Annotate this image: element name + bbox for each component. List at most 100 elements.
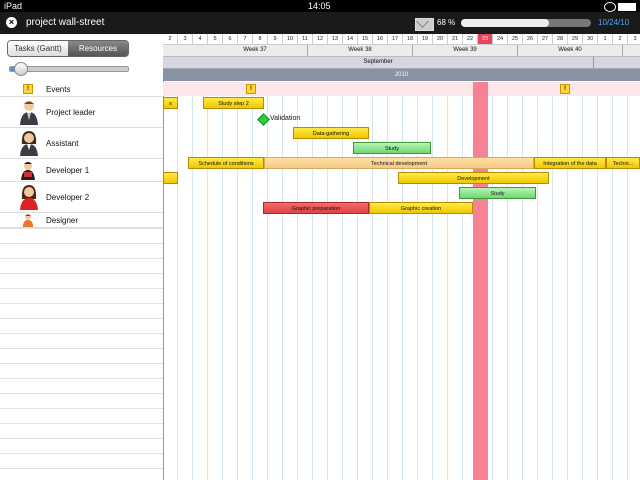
week-label: Week 39 bbox=[413, 45, 518, 56]
gantt-grid[interactable]: ! ! s Study step 2 Validation Data-gathe… bbox=[163, 82, 640, 480]
day-cell: 30 bbox=[583, 34, 598, 44]
warning-icon: ! bbox=[23, 84, 33, 94]
status-bar: iPad 14:05 bbox=[0, 0, 640, 12]
day-row: 2 3 4 5 6 7 8 9 10 11 12 13 14 15 16 17 18 19 20 21 22 23 24 25… bbox=[163, 34, 640, 45]
day-cell: 19 bbox=[418, 34, 433, 44]
task-bar-integration[interactable]: Integration of the data bbox=[534, 157, 606, 169]
day-cell: 1 bbox=[598, 34, 613, 44]
week-label: Week 37 bbox=[203, 45, 308, 56]
week-label: Week 40 bbox=[518, 45, 623, 56]
resource-row-project-leader[interactable]: Project leader bbox=[0, 97, 163, 128]
day-cell: 11 bbox=[298, 34, 313, 44]
designer-icon bbox=[22, 213, 34, 229]
clock: 14:05 bbox=[308, 1, 331, 11]
progress-fill bbox=[461, 19, 550, 27]
day-cell: 13 bbox=[328, 34, 343, 44]
resource-label: Designer bbox=[46, 216, 79, 225]
rotation-lock-icon bbox=[604, 2, 616, 12]
task-bar[interactable]: s bbox=[163, 97, 178, 109]
current-date[interactable]: 10/24/10 bbox=[598, 12, 629, 34]
milestone-diamond-icon[interactable] bbox=[257, 113, 270, 126]
week-row: Week 37 Week 38 Week 39 Week 40 bbox=[163, 45, 640, 57]
task-bar-technical-2[interactable]: Techni... bbox=[606, 157, 640, 169]
task-bar-data-gathering[interactable]: Data-gathering bbox=[293, 127, 369, 139]
day-cell: 9 bbox=[268, 34, 283, 44]
day-cell: 17 bbox=[388, 34, 403, 44]
task-bar-study-dev2[interactable]: Study bbox=[459, 187, 536, 199]
timeline-header: 2 3 4 5 6 7 8 9 10 11 12 13 14 15 16 17 18 19 20 21 22 23 24 25… bbox=[163, 34, 640, 82]
day-cell: 10 bbox=[283, 34, 298, 44]
day-cell: 14 bbox=[343, 34, 358, 44]
resource-label: Assistant bbox=[46, 139, 79, 148]
day-cell: 6 bbox=[223, 34, 238, 44]
developer-woman-icon bbox=[18, 184, 40, 212]
close-icon[interactable]: × bbox=[6, 17, 17, 28]
resource-row-designer[interactable]: Designer bbox=[0, 213, 163, 228]
today-column bbox=[473, 82, 488, 480]
businessman-icon bbox=[18, 99, 40, 127]
progress-percent: 68 % bbox=[437, 18, 456, 27]
milestone-label: Validation bbox=[270, 115, 301, 122]
event-marker-icon[interactable]: ! bbox=[560, 84, 570, 94]
day-cell: 21 bbox=[448, 34, 463, 44]
year-row: 2010 bbox=[163, 69, 640, 81]
resource-label: Developer 2 bbox=[46, 193, 90, 202]
month-label: September bbox=[363, 59, 393, 65]
month-divider bbox=[593, 57, 640, 68]
resource-panel-header: Tasks (Gantt) Resources bbox=[0, 34, 163, 83]
day-cell: 25 bbox=[508, 34, 523, 44]
battery-icon bbox=[618, 3, 636, 11]
day-cell-today: 23 bbox=[478, 34, 493, 44]
week-label: Week 38 bbox=[308, 45, 413, 56]
day-cell: 18 bbox=[403, 34, 418, 44]
resource-panel: Tasks (Gantt) Resources ! Events Project… bbox=[0, 34, 164, 480]
day-cell: 26 bbox=[523, 34, 538, 44]
businesswoman-icon bbox=[18, 130, 40, 158]
zoom-slider[interactable] bbox=[9, 62, 129, 76]
day-cell: 4 bbox=[193, 34, 208, 44]
task-bar-development[interactable]: Development bbox=[398, 172, 549, 184]
view-toggle: Tasks (Gantt) Resources bbox=[7, 40, 129, 57]
day-cell: 5 bbox=[208, 34, 223, 44]
resource-row-developer-2[interactable]: Developer 2 bbox=[0, 182, 163, 213]
day-cell: 7 bbox=[238, 34, 253, 44]
task-bar-schedule[interactable]: Schedule of conditions bbox=[188, 157, 264, 169]
resource-label: Events bbox=[46, 85, 71, 94]
event-marker-icon[interactable]: ! bbox=[246, 84, 256, 94]
day-cell: 22 bbox=[463, 34, 478, 44]
tab-resources[interactable]: Resources bbox=[68, 41, 128, 56]
day-cell: 8 bbox=[253, 34, 268, 44]
day-cell: 20 bbox=[433, 34, 448, 44]
day-cell: 28 bbox=[553, 34, 568, 44]
resource-row-developer-1[interactable]: Developer 1 bbox=[0, 159, 163, 182]
day-cell: 16 bbox=[373, 34, 388, 44]
day-cell: 3 bbox=[628, 34, 640, 44]
month-row: September bbox=[163, 57, 640, 69]
toolbar: × project wall-street 68 % 10/24/10 bbox=[0, 12, 640, 34]
resource-label: Developer 1 bbox=[46, 166, 90, 175]
day-cell: 2 bbox=[613, 34, 628, 44]
task-bar-study[interactable]: Study bbox=[353, 142, 431, 154]
resource-row-assistant[interactable]: Assistant bbox=[0, 128, 163, 159]
mail-icon[interactable] bbox=[415, 18, 434, 31]
day-cell: 3 bbox=[178, 34, 193, 44]
tab-tasks-gantt[interactable]: Tasks (Gantt) bbox=[8, 41, 68, 56]
year-label: 2010 bbox=[394, 72, 409, 78]
developer-icon bbox=[20, 160, 36, 182]
day-cell: 2 bbox=[163, 34, 178, 44]
project-title: project wall-street bbox=[26, 17, 105, 28]
task-bar-technical[interactable]: Technical development bbox=[264, 157, 534, 169]
task-bar-study-step[interactable]: Study step 2 bbox=[203, 97, 264, 109]
zoom-slider-knob[interactable] bbox=[14, 62, 28, 76]
day-cell: 24 bbox=[493, 34, 508, 44]
resource-row-events[interactable]: ! Events bbox=[0, 82, 163, 97]
day-cell: 29 bbox=[568, 34, 583, 44]
resource-label: Project leader bbox=[46, 108, 96, 117]
day-cell: 15 bbox=[358, 34, 373, 44]
device-name: iPad bbox=[4, 1, 23, 11]
task-bar-graphic-creation[interactable]: Graphic creation bbox=[369, 202, 473, 214]
progress-bar bbox=[461, 19, 591, 27]
task-bar[interactable] bbox=[163, 172, 178, 184]
task-bar-graphic-preparation[interactable]: Graphic preparation bbox=[263, 202, 369, 214]
day-cell: 27 bbox=[538, 34, 553, 44]
